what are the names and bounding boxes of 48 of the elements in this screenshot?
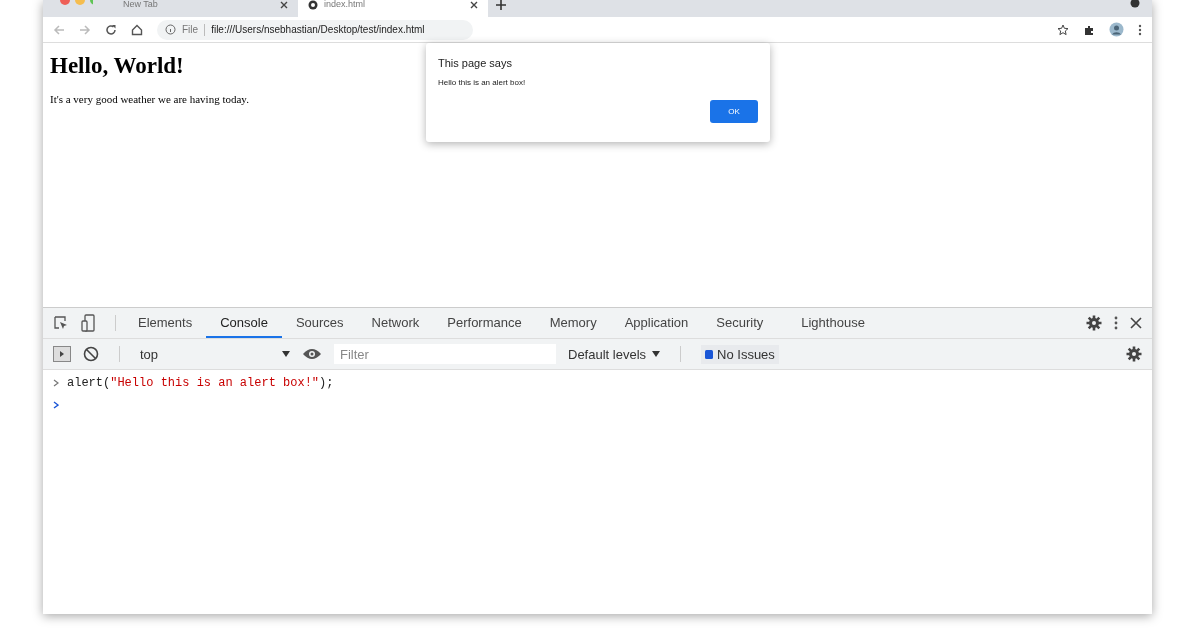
sidebar-toggle-icon[interactable]	[53, 346, 71, 362]
close-icon[interactable]	[470, 0, 478, 9]
close-icon[interactable]	[1130, 317, 1142, 329]
settings-icon[interactable]	[1086, 315, 1102, 331]
dialog-message: Hello this is an alert box!	[438, 78, 527, 87]
caret-icon	[282, 351, 290, 357]
devtools-tab[interactable]: Application	[610, 308, 703, 338]
avatar-icon[interactable]	[1109, 22, 1124, 37]
browser-tab[interactable]: index.html	[298, 0, 488, 17]
dialog-title: This page says	[438, 57, 513, 69]
eye-icon[interactable]	[302, 348, 322, 360]
devtools-tab[interactable]: Performance	[433, 308, 536, 338]
home-icon[interactable]	[131, 23, 143, 36]
issues-button[interactable]: No Issues	[701, 344, 779, 364]
browser-tab[interactable]: New Tab	[113, 0, 298, 17]
url-text: file:///Users/nsebhastian/Desktop/test/index.html	[211, 24, 425, 35]
ok-button[interactable]: OK	[710, 100, 758, 123]
address-bar[interactable]: File file:///Users/nsebhastian/Desktop/test/index.html	[157, 19, 473, 40]
devtools-tab[interactable]: Network	[357, 308, 434, 338]
caret-icon	[652, 351, 661, 357]
prompt-icon	[53, 401, 59, 409]
new-tab-icon[interactable]	[496, 0, 506, 10]
page-heading: Hello, World!	[50, 53, 184, 79]
info-icon[interactable]	[165, 24, 176, 35]
devtools-tab[interactable]: Memory	[535, 308, 611, 338]
clear-icon[interactable]	[83, 346, 99, 362]
issue-icon	[705, 349, 714, 359]
settings-icon[interactable]	[1126, 346, 1142, 362]
devtools-tab[interactable]: Sources	[281, 308, 358, 338]
puzzle-icon[interactable]	[1083, 23, 1095, 36]
scheme-label: File	[182, 24, 199, 35]
devtools-tab[interactable]: Lighthouse	[787, 308, 879, 338]
devtools-tab[interactable]: Elements	[124, 308, 207, 338]
page-paragraph: It's a very good weather we are having today.	[50, 93, 250, 105]
chevron-icon	[53, 379, 59, 387]
reload-icon[interactable]	[105, 23, 117, 36]
filter-field[interactable]: Filter	[334, 344, 556, 364]
devtools-tab[interactable]: Security	[702, 308, 778, 338]
close-icon[interactable]	[280, 0, 288, 9]
more-icon[interactable]	[1138, 23, 1142, 36]
levels-dropdown[interactable]: Default levels	[568, 346, 661, 362]
inspect-icon[interactable]	[53, 315, 69, 331]
context-dropdown[interactable]: top	[140, 346, 290, 362]
device-icon[interactable]	[81, 314, 95, 332]
globe-icon	[308, 0, 318, 10]
console-command: alert("Hello this is an alert box!");	[67, 376, 334, 390]
more-icon[interactable]	[1114, 315, 1118, 331]
star-icon[interactable]	[1057, 23, 1069, 36]
